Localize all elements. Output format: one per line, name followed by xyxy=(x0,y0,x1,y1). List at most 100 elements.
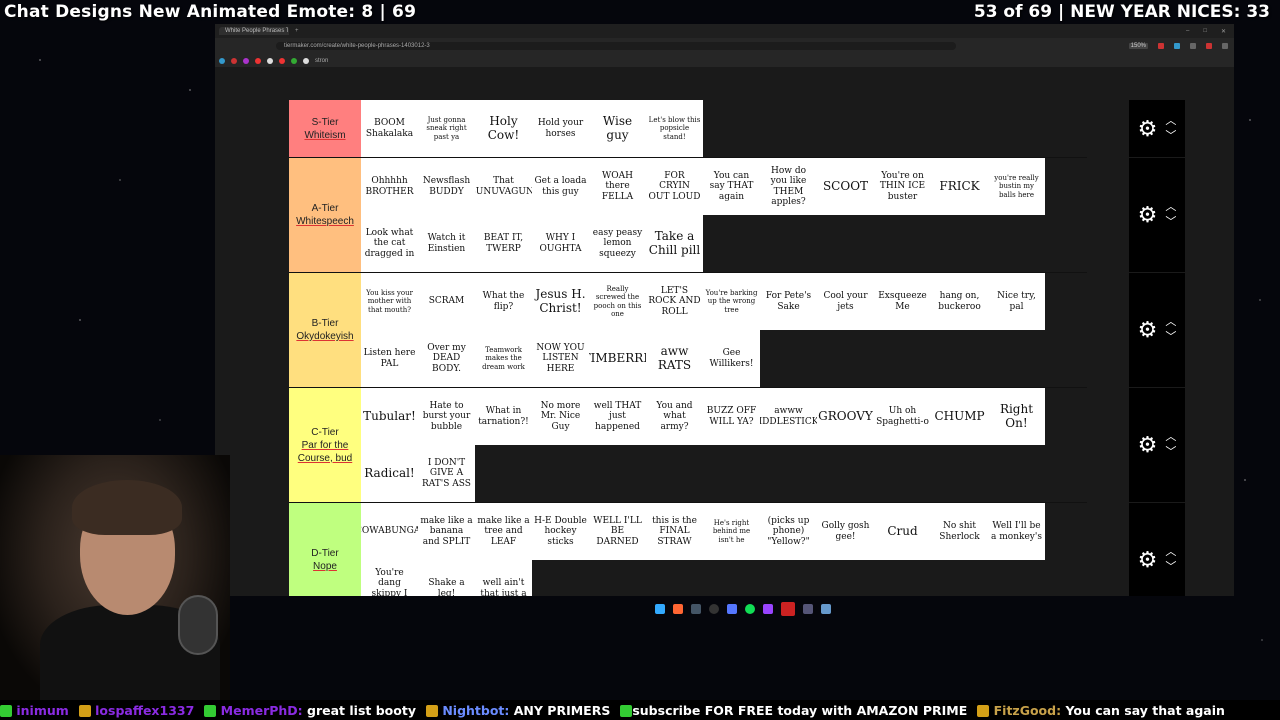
tier-card[interactable]: WHY I OUGHTA xyxy=(532,215,589,272)
tier-card[interactable]: Right On! xyxy=(988,388,1045,445)
tier-card[interactable]: CHUMP xyxy=(931,388,988,445)
extension-icon[interactable] xyxy=(1158,43,1164,49)
tier-card[interactable]: Take a Chill pill xyxy=(646,215,703,272)
tier-card[interactable]: Jesus H. Christ! xyxy=(532,273,589,330)
close-icon[interactable]: ✕ xyxy=(1221,28,1226,35)
tier-label[interactable]: C-Tier Par for the Course, bud xyxy=(289,388,361,502)
tier-card[interactable]: Really screwed the pooch on this one xyxy=(589,273,646,330)
tier-card[interactable]: You're dang skippy I do! xyxy=(361,560,418,596)
tier-card[interactable]: NOW YOU LISTEN HERE xyxy=(532,330,589,387)
bookmark-icon[interactable] xyxy=(243,57,249,64)
tier-card[interactable]: Newsflash BUDDY xyxy=(418,158,475,215)
tier-card[interactable]: make like a banana and SPLIT xyxy=(418,503,475,560)
bookmark-icon[interactable] xyxy=(219,57,225,64)
tier-label[interactable]: B-Tier Okydokeyish xyxy=(289,273,361,387)
gear-icon[interactable]: ⚙ xyxy=(1138,319,1158,341)
gear-icon[interactable]: ⚙ xyxy=(1138,549,1158,571)
steam-icon[interactable] xyxy=(691,604,701,614)
new-tab-icon[interactable]: + xyxy=(295,28,299,34)
minimize-icon[interactable]: – xyxy=(1186,28,1189,35)
browser-tab[interactable]: White People Phrases Ti xyxy=(219,27,289,35)
tier-card[interactable]: Holy Cow! xyxy=(475,100,532,157)
tier-card[interactable]: What the flip? xyxy=(475,273,532,330)
tier-card[interactable]: No more Mr. Nice Guy xyxy=(532,388,589,445)
url-field[interactable]: tiermaker.com/create/white-people-phrase… xyxy=(276,42,956,50)
tier-card[interactable]: Crud xyxy=(874,503,931,560)
tier-card[interactable]: BEAT IT, TWERP xyxy=(475,215,532,272)
tier-card[interactable]: SCRAM xyxy=(418,273,475,330)
tier-label[interactable]: D-Tier Nope xyxy=(289,503,361,596)
extension-icon[interactable] xyxy=(1190,43,1196,49)
browser-icon[interactable] xyxy=(781,602,795,616)
tier-card[interactable]: Gee Willikers! xyxy=(703,330,760,387)
app-icon[interactable] xyxy=(821,604,831,614)
tier-card[interactable]: No shit Sherlock xyxy=(931,503,988,560)
maximize-icon[interactable]: □ xyxy=(1203,28,1207,35)
bookmark-icon[interactable] xyxy=(267,57,273,64)
tier-card[interactable]: COWABUNGA! xyxy=(361,503,418,560)
tier-card[interactable]: this is the FINAL STRAW xyxy=(646,503,703,560)
spotify-icon[interactable] xyxy=(745,604,755,614)
tier-card[interactable]: Tubular! xyxy=(361,388,418,445)
tier-card[interactable]: Watch it Einstien xyxy=(418,215,475,272)
tier-card[interactable]: Look what the cat dragged in xyxy=(361,215,418,272)
tier-card[interactable]: Let's blow this popsicle stand! xyxy=(646,100,703,157)
bookmark-icon[interactable] xyxy=(291,57,297,64)
tier-card[interactable]: GROOVY xyxy=(817,388,874,445)
tier-card[interactable]: You're barking up the wrong tree xyxy=(703,273,760,330)
gear-icon[interactable]: ⚙ xyxy=(1138,117,1158,140)
tier-card[interactable]: BUZZ OFF WILL YA? xyxy=(703,388,760,445)
app-icon[interactable] xyxy=(803,604,813,614)
tier-card[interactable]: For Pete's Sake xyxy=(760,273,817,330)
tier-card[interactable]: LET'S ROCK AND ROLL xyxy=(646,273,703,330)
zoom-badge[interactable]: 150% xyxy=(1128,43,1148,49)
tier-card[interactable]: awww FIDDLESTICKS xyxy=(760,388,817,445)
tier-card[interactable]: Exsqueeze Me xyxy=(874,273,931,330)
tier-card[interactable]: easy peasy lemon squeezy xyxy=(589,215,646,272)
chevron-up-icon[interactable]: ︿ xyxy=(1165,115,1176,127)
chevron-down-icon[interactable]: ﹀ xyxy=(1165,217,1176,228)
chevron-down-icon[interactable]: ﹀ xyxy=(1165,447,1176,458)
tier-card[interactable]: How do you like THEM apples? xyxy=(760,158,817,215)
tier-card[interactable]: make like a tree and LEAF xyxy=(475,503,532,560)
twitch-icon[interactable] xyxy=(763,604,773,614)
tier-card[interactable]: Cool your jets xyxy=(817,273,874,330)
tier-label[interactable]: A-Tier Whitespeech xyxy=(289,158,361,272)
chevron-down-icon[interactable]: ﹀ xyxy=(1165,562,1176,573)
tier-card[interactable]: Over my DEAD BODY. xyxy=(418,330,475,387)
firefox-icon[interactable] xyxy=(673,604,683,614)
chevron-down-icon[interactable]: ﹀ xyxy=(1165,130,1176,142)
tier-label[interactable]: S-Tier Whiteism xyxy=(289,100,361,157)
tier-card[interactable]: Nice try, pal xyxy=(988,273,1045,330)
tier-card[interactable]: Radical! xyxy=(361,445,418,502)
bookmark-icon[interactable] xyxy=(255,57,261,64)
tier-card[interactable]: Hate to burst your bubble xyxy=(418,388,475,445)
bookmark-folder[interactable]: stron xyxy=(315,58,328,64)
tier-card[interactable]: You can say THAT again xyxy=(703,158,760,215)
tier-card[interactable]: You're on THIN ICE buster xyxy=(874,158,931,215)
tier-card[interactable]: SCOOT xyxy=(817,158,874,215)
tier-card[interactable]: Listen here PAL xyxy=(361,330,418,387)
gear-icon[interactable]: ⚙ xyxy=(1138,204,1158,226)
tier-card[interactable]: Shake a leg! xyxy=(418,560,475,596)
tier-card[interactable]: well ain't that just a xyxy=(475,560,532,596)
tier-card[interactable]: I DON'T GIVE A RAT'S ASS xyxy=(418,445,475,502)
tier-card[interactable]: Ohhhhh BROTHER xyxy=(361,158,418,215)
tier-card[interactable]: H-E Double hockey sticks xyxy=(532,503,589,560)
tier-card[interactable]: Just gonna sneak right past ya xyxy=(418,100,475,157)
tier-card[interactable]: Hold your horses xyxy=(532,100,589,157)
chevron-up-icon[interactable]: ︿ xyxy=(1165,317,1176,328)
tier-card[interactable]: FRICK xyxy=(931,158,988,215)
chevron-up-icon[interactable]: ︿ xyxy=(1165,547,1176,558)
tier-card[interactable]: (picks up phone) "Yellow?" xyxy=(760,503,817,560)
extension-icon[interactable] xyxy=(1206,43,1212,49)
tier-card[interactable]: you're really bustin my balls here xyxy=(988,158,1045,215)
tier-card[interactable]: aww RATS xyxy=(646,330,703,387)
menu-icon[interactable] xyxy=(1222,43,1228,49)
tier-card[interactable]: Teamwork makes the dream work xyxy=(475,330,532,387)
gear-icon[interactable]: ⚙ xyxy=(1138,434,1158,456)
tier-card[interactable]: Get a loada this guy xyxy=(532,158,589,215)
tier-card[interactable]: BOOM Shakalaka xyxy=(361,100,418,157)
chevron-up-icon[interactable]: ︿ xyxy=(1165,202,1176,213)
tier-card[interactable]: Uh oh Spaghetti-o xyxy=(874,388,931,445)
